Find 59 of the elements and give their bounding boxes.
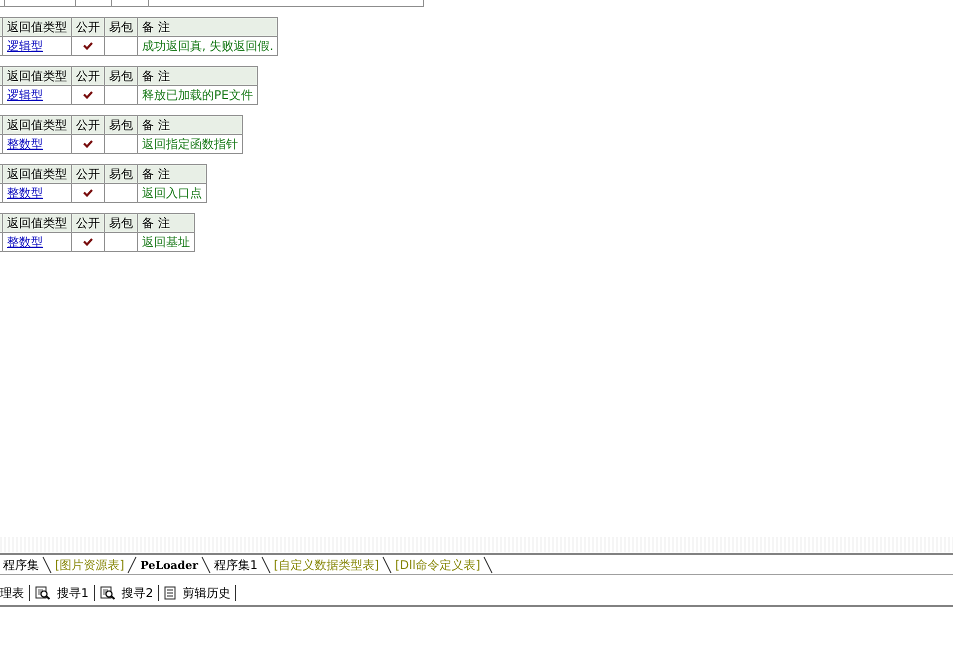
checkbox-cell[interactable] <box>104 36 138 56</box>
toolbar-item[interactable]: 理表 <box>0 585 30 601</box>
checkbox-cell[interactable] <box>72 36 104 56</box>
note-cell: 返回基址 <box>138 232 194 252</box>
toolbar-item[interactable]: 搜寻1 <box>30 585 95 601</box>
column-header: 备 注 <box>138 18 278 36</box>
tab-divider <box>260 556 271 574</box>
column-header: 公开 <box>72 116 104 134</box>
note-cell: 成功返回真, 失败返回假. <box>138 36 278 56</box>
column-header: 备 注 <box>138 116 242 134</box>
checkmark-icon <box>83 140 93 148</box>
column-header: 返回值类型 <box>2 214 72 232</box>
column-header: 返回值类型 <box>2 18 72 36</box>
column-header: 易包 <box>104 18 138 36</box>
tab[interactable]: PeLoader <box>137 558 202 572</box>
tab[interactable]: [自定义数据类型表] <box>270 556 382 574</box>
column-header: 返回值类型 <box>2 66 72 86</box>
column-header: 易包 <box>104 214 138 232</box>
column-header: 返回值类型 <box>2 164 72 184</box>
checkmark-icon <box>83 238 93 246</box>
toolbar-item[interactable]: 搜寻2 <box>94 585 160 601</box>
column-header: 备 注 <box>138 66 258 86</box>
search-icon <box>100 586 116 600</box>
column-header: 公开 <box>72 164 104 184</box>
note-cell: 返回指定函数指针 <box>138 134 242 154</box>
note-cell: 返回入口点 <box>138 184 206 202</box>
checkbox-cell[interactable] <box>104 134 138 154</box>
checkbox-cell[interactable] <box>72 232 104 252</box>
tab[interactable]: [图片资源表] <box>52 556 128 574</box>
checkmark-icon <box>83 42 93 50</box>
document-icon <box>164 586 176 600</box>
column-header: 返回值类型 <box>2 116 72 134</box>
checkmark-icon <box>83 91 93 99</box>
checkbox-cell[interactable] <box>72 184 104 202</box>
tab[interactable]: 程序集 <box>0 556 42 574</box>
checkbox-cell[interactable] <box>72 86 104 104</box>
note-cell: 释放已加载的PE文件 <box>138 86 258 104</box>
tab-divider <box>42 556 52 574</box>
toolbar-item[interactable]: 剪辑历史 <box>159 585 236 601</box>
checkbox-cell[interactable] <box>104 232 138 252</box>
tab-divider <box>382 556 392 574</box>
tab[interactable]: [Dll命令定义表] <box>392 556 484 574</box>
column-header: 公开 <box>72 214 104 232</box>
search-icon <box>35 586 51 600</box>
column-header: 备 注 <box>138 214 194 232</box>
column-header: 易包 <box>104 164 138 184</box>
column-header: 备 注 <box>138 164 206 184</box>
column-header: 易包 <box>104 116 138 134</box>
tab-divider <box>201 556 212 574</box>
checkmark-icon <box>83 189 93 197</box>
checkbox-cell[interactable] <box>72 134 104 154</box>
checkbox-cell[interactable] <box>104 184 138 202</box>
column-header: 公开 <box>72 66 104 86</box>
checkbox-cell[interactable] <box>104 86 138 104</box>
column-header: 易包 <box>104 66 138 86</box>
column-header: 公开 <box>72 18 104 36</box>
tab-divider <box>483 556 494 574</box>
tab[interactable]: 程序集1 <box>211 556 261 574</box>
tab-divider <box>127 556 138 574</box>
